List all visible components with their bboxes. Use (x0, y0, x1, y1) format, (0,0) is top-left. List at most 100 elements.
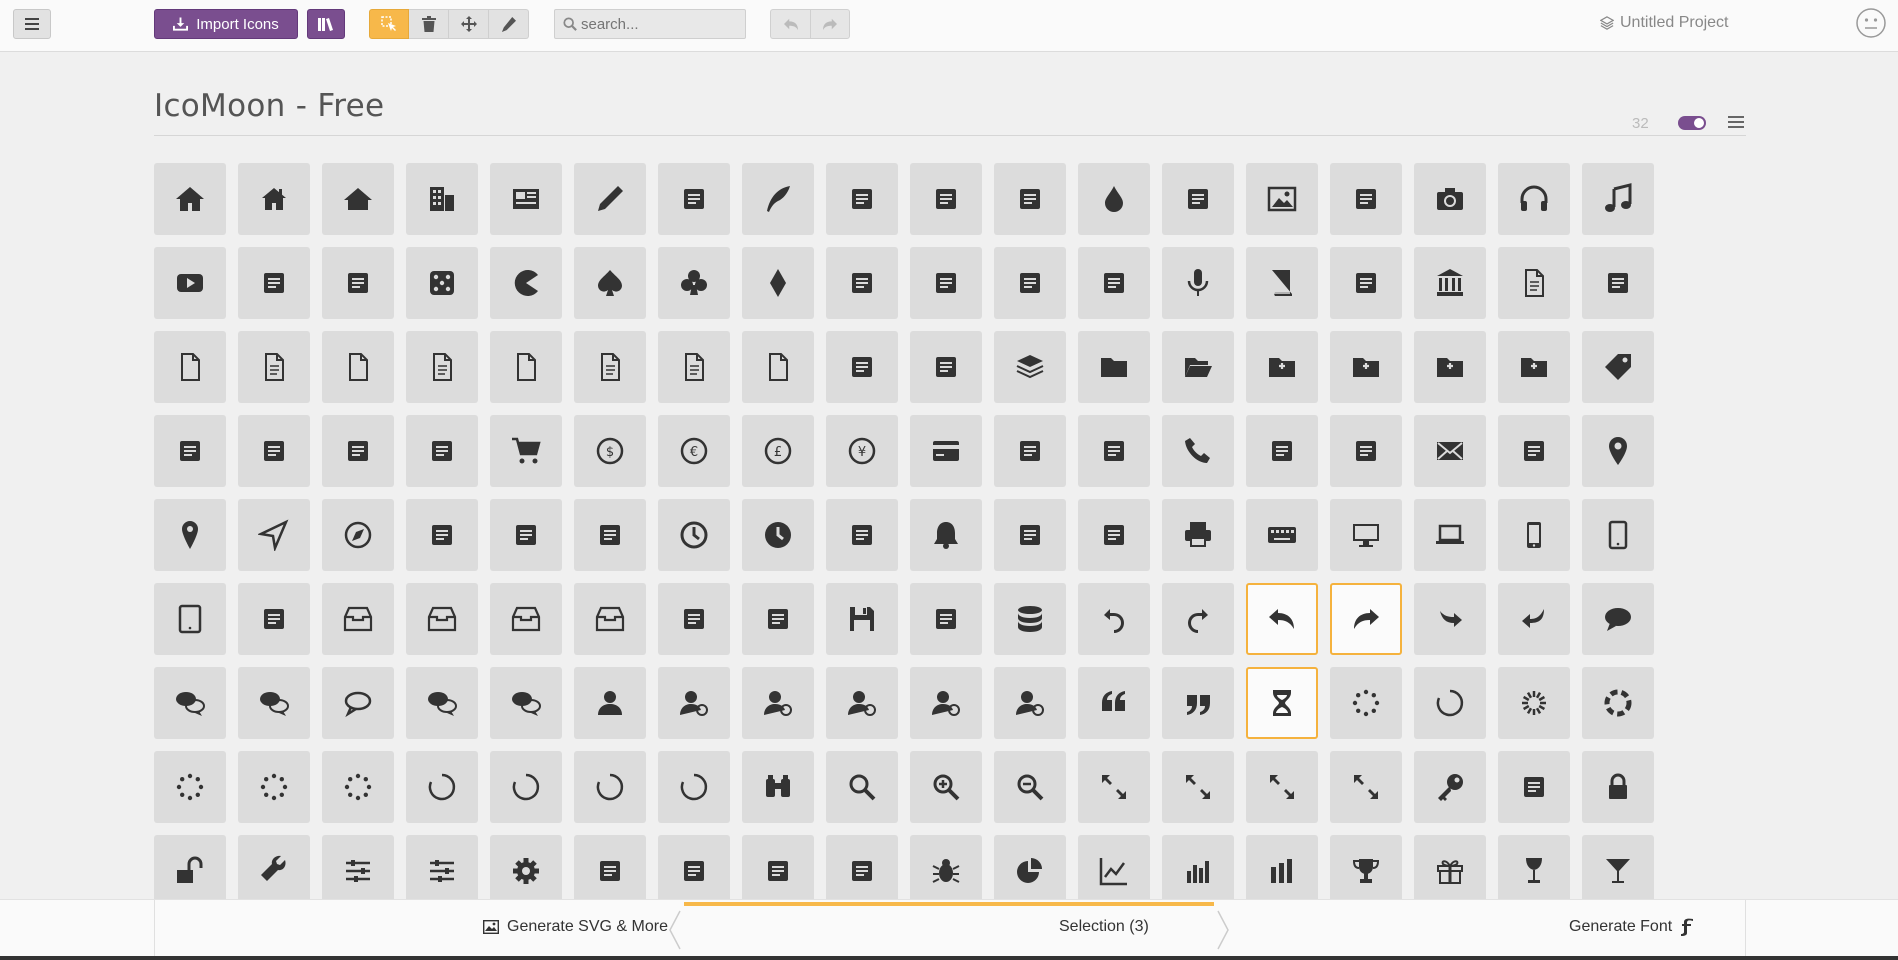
icon-tile-spinner10[interactable] (574, 751, 646, 823)
icon-tile-bullhorn[interactable] (826, 247, 898, 319)
icon-tile-file-play[interactable] (574, 331, 646, 403)
icon-tile-bubble2[interactable] (322, 667, 394, 739)
icon-tile-user-plus[interactable] (742, 667, 814, 739)
icon-tile-file-empty[interactable] (154, 331, 226, 403)
icon-tile-phone[interactable] (1162, 415, 1234, 487)
icon-tile-file-music[interactable] (490, 331, 562, 403)
icon-tile-cogs[interactable] (574, 835, 646, 907)
icon-tile-user-tie[interactable] (994, 667, 1066, 739)
icon-tile-spinner6[interactable] (238, 751, 310, 823)
icon-set-toggle[interactable] (1678, 116, 1706, 130)
icon-tile-cart[interactable] (490, 415, 562, 487)
project-selector[interactable]: Untitled Project (1600, 14, 1729, 32)
icon-tile-search[interactable] (826, 751, 898, 823)
icon-tile-pencil2[interactable] (658, 163, 730, 235)
icon-tile-spinner2[interactable] (1414, 667, 1486, 739)
icon-tile-upload[interactable] (742, 583, 814, 655)
icon-library-button[interactable] (307, 9, 345, 39)
icon-tile-file-zip[interactable] (742, 331, 814, 403)
icon-tile-map2[interactable] (490, 499, 562, 571)
icon-tile-unlocked[interactable] (154, 835, 226, 907)
icon-tile-folder[interactable] (1078, 331, 1150, 403)
icon-tile-pen[interactable] (826, 163, 898, 235)
icon-tile-user-minus[interactable] (826, 667, 898, 739)
icon-tile-phone-hang-up[interactable] (1246, 415, 1318, 487)
icon-tile-coin-pound[interactable]: £ (742, 415, 814, 487)
search-box[interactable] (554, 9, 746, 39)
icon-tile-bubble[interactable] (1582, 583, 1654, 655)
icon-tile-bell[interactable] (910, 499, 982, 571)
icon-tile-equalizer2[interactable] (406, 835, 478, 907)
icon-tile-play[interactable] (154, 247, 226, 319)
icon-tile-file-video[interactable] (658, 331, 730, 403)
icon-tile-zoom-out[interactable] (994, 751, 1066, 823)
icon-tile-box-remove[interactable] (574, 583, 646, 655)
icon-tile-shrink2[interactable] (1330, 751, 1402, 823)
icon-tile-key2[interactable] (1498, 751, 1570, 823)
icon-tile-spinner7[interactable] (322, 751, 394, 823)
icon-tile-spinner9[interactable] (490, 751, 562, 823)
icon-tile-forward[interactable] (1414, 583, 1486, 655)
icon-tile-coin-euro[interactable]: € (658, 415, 730, 487)
icon-tile-laptop[interactable] (1414, 499, 1486, 571)
icon-tile-library[interactable] (1414, 247, 1486, 319)
icon-tile-alarm[interactable] (826, 499, 898, 571)
icon-tile-pie-chart[interactable] (994, 835, 1066, 907)
icon-tile-box-add[interactable] (490, 583, 562, 655)
search-input[interactable] (577, 15, 735, 33)
icon-tile-aid-kit[interactable] (826, 835, 898, 907)
icon-tile-compass[interactable] (238, 499, 310, 571)
icon-tile-quill[interactable] (742, 163, 814, 235)
edit-tool-button[interactable] (489, 9, 529, 39)
generate-svg-button[interactable]: Generate SVG & More (483, 918, 668, 936)
icon-tile-coin-yen[interactable]: ¥ (826, 415, 898, 487)
icon-tile-drive[interactable] (910, 583, 982, 655)
icon-tile-stats-dots[interactable] (1078, 835, 1150, 907)
icon-tile-office[interactable] (406, 163, 478, 235)
move-tool-button[interactable] (449, 9, 489, 39)
icon-tile-newspaper[interactable] (490, 163, 562, 235)
icon-tile-database[interactable] (994, 583, 1066, 655)
icon-tile-shrink[interactable] (1162, 751, 1234, 823)
icon-tile-location2[interactable] (154, 499, 226, 571)
icon-tile-redo[interactable] (1162, 583, 1234, 655)
icon-tile-file-text2[interactable] (322, 331, 394, 403)
icon-tile-stopwatch[interactable] (994, 499, 1066, 571)
icon-tile-home2[interactable] (238, 163, 310, 235)
icon-tile-keyboard[interactable] (1246, 499, 1318, 571)
icon-tile-cog[interactable] (490, 835, 562, 907)
icon-tile-trophy[interactable] (1330, 835, 1402, 907)
icon-tile-key[interactable] (1414, 751, 1486, 823)
icon-tile-calculator[interactable] (994, 415, 1066, 487)
icon-tile-podcast[interactable] (994, 247, 1066, 319)
icon-tile-files-empty[interactable] (238, 331, 310, 403)
icon-tile-coin-dollar[interactable]: $ (574, 415, 646, 487)
selection-tab[interactable]: Selection (3) (1059, 918, 1149, 936)
icon-tile-quotes-right[interactable] (1162, 667, 1234, 739)
icon-tile-bubbles2[interactable] (238, 667, 310, 739)
icon-tile-spinner11[interactable] (658, 751, 730, 823)
icon-tile-address-book[interactable] (1330, 415, 1402, 487)
icon-tile-enlarge2[interactable] (1246, 751, 1318, 823)
icon-tile-stats-bars2[interactable] (1246, 835, 1318, 907)
icon-tile-folder-upload[interactable] (1498, 331, 1570, 403)
icon-tile-copy[interactable] (826, 331, 898, 403)
icon-tile-glass2[interactable] (1582, 835, 1654, 907)
icon-tile-stats-bars[interactable] (1162, 835, 1234, 907)
select-tool-button[interactable] (369, 9, 409, 39)
main-menu-button[interactable] (13, 9, 51, 39)
redo-button[interactable] (810, 9, 850, 39)
icon-tile-spinner8[interactable] (406, 751, 478, 823)
icon-tile-glass[interactable] (1498, 835, 1570, 907)
icon-tile-film[interactable] (238, 247, 310, 319)
icon-tile-price-tag[interactable] (1582, 331, 1654, 403)
icon-tile-drawer2[interactable] (406, 583, 478, 655)
icon-tile-location[interactable] (1582, 415, 1654, 487)
icon-tile-mobile2[interactable] (1582, 499, 1654, 571)
icon-tile-equalizer[interactable] (322, 835, 394, 907)
icon-tile-video-camera[interactable] (322, 247, 394, 319)
icon-tile-images[interactable] (1330, 163, 1402, 235)
icon-tile-printer[interactable] (1162, 499, 1234, 571)
icon-tile-undo2[interactable] (1246, 583, 1318, 655)
icon-tile-lifebuoy[interactable] (1078, 415, 1150, 487)
